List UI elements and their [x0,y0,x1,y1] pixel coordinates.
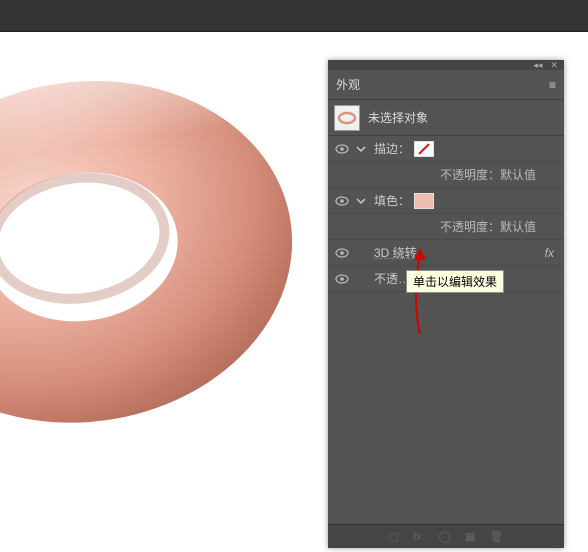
panel-footer: ▢ fx. ◯ ▦ 🗑 [328,524,564,548]
fill-opacity-label: 不透明度：默认值 [370,218,536,235]
visibility-toggle[interactable] [332,248,352,258]
fx-badge: fx [545,246,554,260]
panel-menu-icon[interactable]: ≡ [549,78,556,92]
appearance-panel: ◂◂ ✕ 外观 ≡ 未选择对象 描边： 不透明度：默认值 [328,60,564,548]
expand-toggle[interactable] [352,196,370,206]
new-effect-icon[interactable]: fx. [413,531,425,543]
torus-3d-object [0,32,310,462]
clear-icon[interactable]: ◯ [439,530,451,543]
appearance-body: 描边： 不透明度：默认值 填色： 不透明度：默认值 [328,136,564,524]
stroke-opacity-row[interactable]: 不透明度：默认值 [328,162,564,188]
revolve-label[interactable]: 3D 绕转 [374,244,417,261]
revolve-effect-row[interactable]: 3D 绕转 fx [328,240,564,266]
selection-thumbnail [334,105,360,131]
new-art-icon[interactable]: ▢ [389,530,399,543]
stroke-swatch[interactable] [414,141,434,157]
no-selection-label: 未选择对象 [368,109,428,126]
panel-header: 外观 ≡ [328,70,564,100]
fill-label: 填色： [374,192,410,209]
stroke-opacity-label: 不透明度：默认值 [370,166,536,183]
fill-row[interactable]: 填色： [328,188,564,214]
selection-row: 未选择对象 [328,100,564,136]
visibility-toggle[interactable] [332,144,352,154]
stroke-label: 描边： [374,140,410,157]
close-icon[interactable]: ✕ [550,60,558,71]
duplicate-icon[interactable]: ▦ [465,530,475,543]
delete-icon[interactable]: 🗑 [489,530,503,543]
panel-title: 外观 [336,76,549,93]
tooltip: 单击以编辑效果 [406,270,504,293]
visibility-toggle[interactable] [332,196,352,206]
fill-swatch[interactable] [414,193,434,209]
expand-toggle[interactable] [352,144,370,154]
fill-opacity-row[interactable]: 不透明度：默认值 [328,214,564,240]
panel-control-strip: ◂◂ ✕ [328,60,564,70]
stroke-row[interactable]: 描边： [328,136,564,162]
visibility-toggle[interactable] [332,274,352,284]
collapse-icon[interactable]: ◂◂ [533,60,542,71]
application-menubar [0,0,588,32]
